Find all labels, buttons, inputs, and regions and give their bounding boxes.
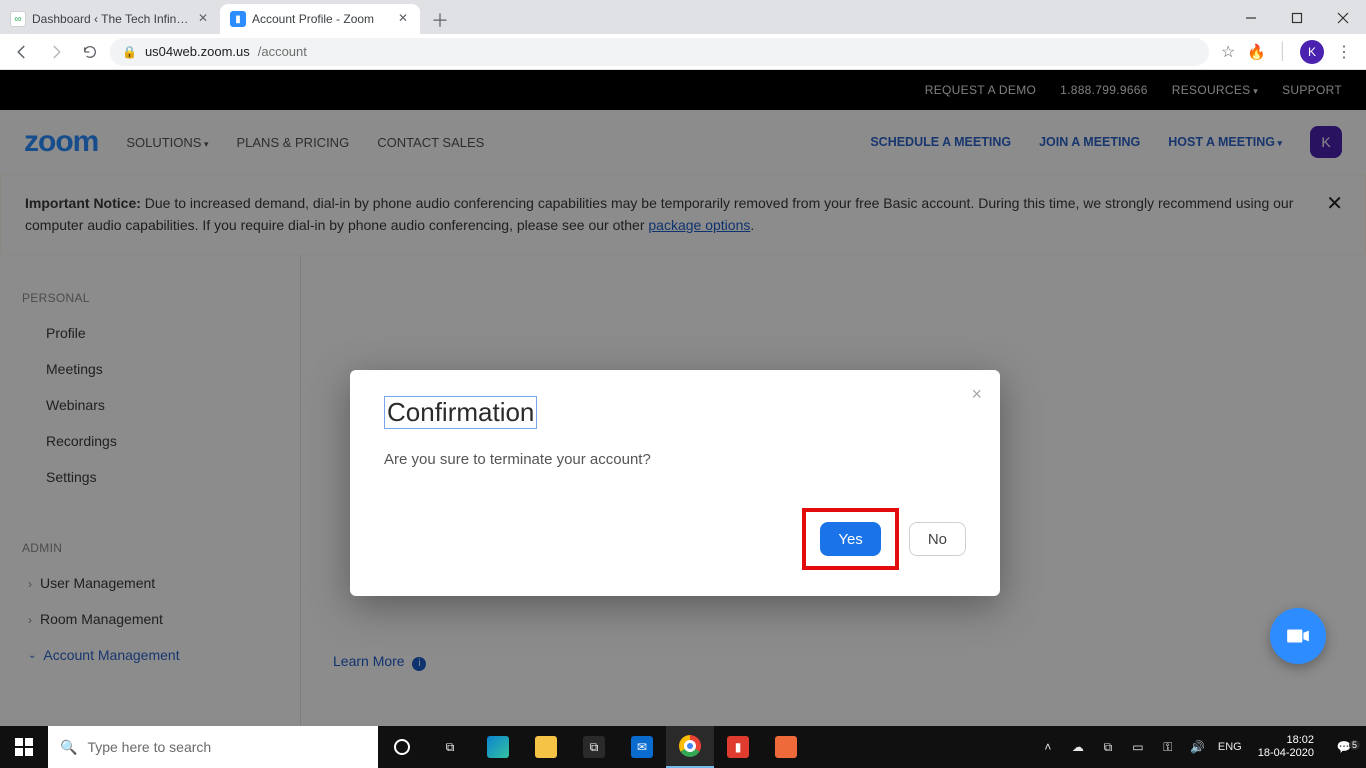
new-tab-button[interactable]: ＋ <box>426 6 454 34</box>
search-icon: 🔍 <box>60 739 77 756</box>
tray-onedrive-icon[interactable]: ☁ <box>1068 740 1088 754</box>
task-view-button[interactable]: ⧉ <box>426 726 474 768</box>
taskbar-app-mail[interactable]: ✉ <box>618 726 666 768</box>
forward-button[interactable] <box>42 38 70 66</box>
taskbar-app-chrome[interactable] <box>666 726 714 768</box>
no-button[interactable]: No <box>909 522 966 556</box>
url-host: us04web.zoom.us <box>145 44 250 59</box>
favicon-icon: ∞ <box>10 11 26 27</box>
taskbar-app-reader[interactable]: ▮ <box>714 726 762 768</box>
url-path: /account <box>258 44 307 59</box>
system-tray: ˄ ☁ ⧉ ▭ ⚿ 🔊 ENG <box>1030 740 1250 755</box>
taskbar-search[interactable]: 🔍 Type here to search <box>48 726 378 768</box>
extension-icon[interactable]: 🔥 <box>1247 43 1266 61</box>
tray-volume-icon[interactable]: 🔊 <box>1188 740 1208 754</box>
modal-title: Confirmation <box>384 396 537 429</box>
start-button[interactable] <box>0 726 48 768</box>
taskbar-app-generic[interactable] <box>762 726 810 768</box>
windows-logo-icon <box>15 738 33 756</box>
search-placeholder: Type here to search <box>87 739 211 755</box>
browser-tabstrip: ∞ Dashboard ‹ The Tech Infinite — ✕ ▮ Ac… <box>0 0 1366 34</box>
taskbar-app-explorer[interactable] <box>522 726 570 768</box>
taskbar-app-edge[interactable] <box>474 726 522 768</box>
address-bar[interactable]: 🔒 us04web.zoom.us/account <box>110 38 1209 66</box>
close-icon[interactable]: ✕ <box>396 12 410 26</box>
close-icon[interactable]: × <box>971 384 982 405</box>
tab-title: Account Profile - Zoom <box>252 12 390 26</box>
tray-meet-now-icon[interactable]: ⧉ <box>1098 740 1118 755</box>
taskbar-app-store[interactable]: ⧉ <box>570 726 618 768</box>
close-window-button[interactable] <box>1320 2 1366 34</box>
tray-language[interactable]: ENG <box>1218 741 1242 753</box>
window-controls <box>1228 2 1366 34</box>
yes-button-highlight: Yes <box>802 508 898 570</box>
kebab-menu-icon[interactable]: ⋮ <box>1336 42 1352 62</box>
minimize-button[interactable] <box>1228 2 1274 34</box>
video-camera-icon <box>1285 623 1311 649</box>
favicon-icon: ▮ <box>230 11 246 27</box>
modal-message: Are you sure to terminate your account? <box>384 451 966 468</box>
browser-tab-1[interactable]: ∞ Dashboard ‹ The Tech Infinite — ✕ <box>0 4 220 34</box>
taskbar-clock[interactable]: 18:02 18-04-2020 <box>1250 734 1322 759</box>
clock-date: 18-04-2020 <box>1258 747 1314 760</box>
cortana-button[interactable] <box>378 726 426 768</box>
bookmark-star-icon[interactable]: ☆ <box>1221 42 1235 62</box>
notification-count: 5 <box>1349 740 1360 750</box>
back-button[interactable] <box>8 38 36 66</box>
zoom-video-fab[interactable] <box>1270 608 1326 664</box>
profile-avatar[interactable]: K <box>1300 40 1324 64</box>
tray-wifi-icon[interactable]: ⚿ <box>1158 740 1178 755</box>
reload-button[interactable] <box>76 38 104 66</box>
maximize-button[interactable] <box>1274 2 1320 34</box>
close-icon[interactable]: ✕ <box>196 12 210 26</box>
confirmation-modal: × Confirmation Are you sure to terminate… <box>350 370 1000 596</box>
tab-title: Dashboard ‹ The Tech Infinite — <box>32 12 190 26</box>
lock-icon: 🔒 <box>122 45 137 59</box>
clock-time: 18:02 <box>1258 734 1314 747</box>
yes-button[interactable]: Yes <box>820 522 880 556</box>
browser-toolbar: 🔒 us04web.zoom.us/account ☆ 🔥 │ K ⋮ <box>0 34 1366 70</box>
tray-battery-icon[interactable]: ▭ <box>1128 740 1148 754</box>
windows-taskbar: 🔍 Type here to search ⧉ ⧉ ✉ ▮ ˄ ☁ ⧉ ▭ ⚿ … <box>0 726 1366 768</box>
browser-tab-2[interactable]: ▮ Account Profile - Zoom ✕ <box>220 4 420 34</box>
tray-chevron-icon[interactable]: ˄ <box>1038 740 1058 754</box>
action-center-button[interactable]: 💬 5 <box>1322 740 1366 754</box>
